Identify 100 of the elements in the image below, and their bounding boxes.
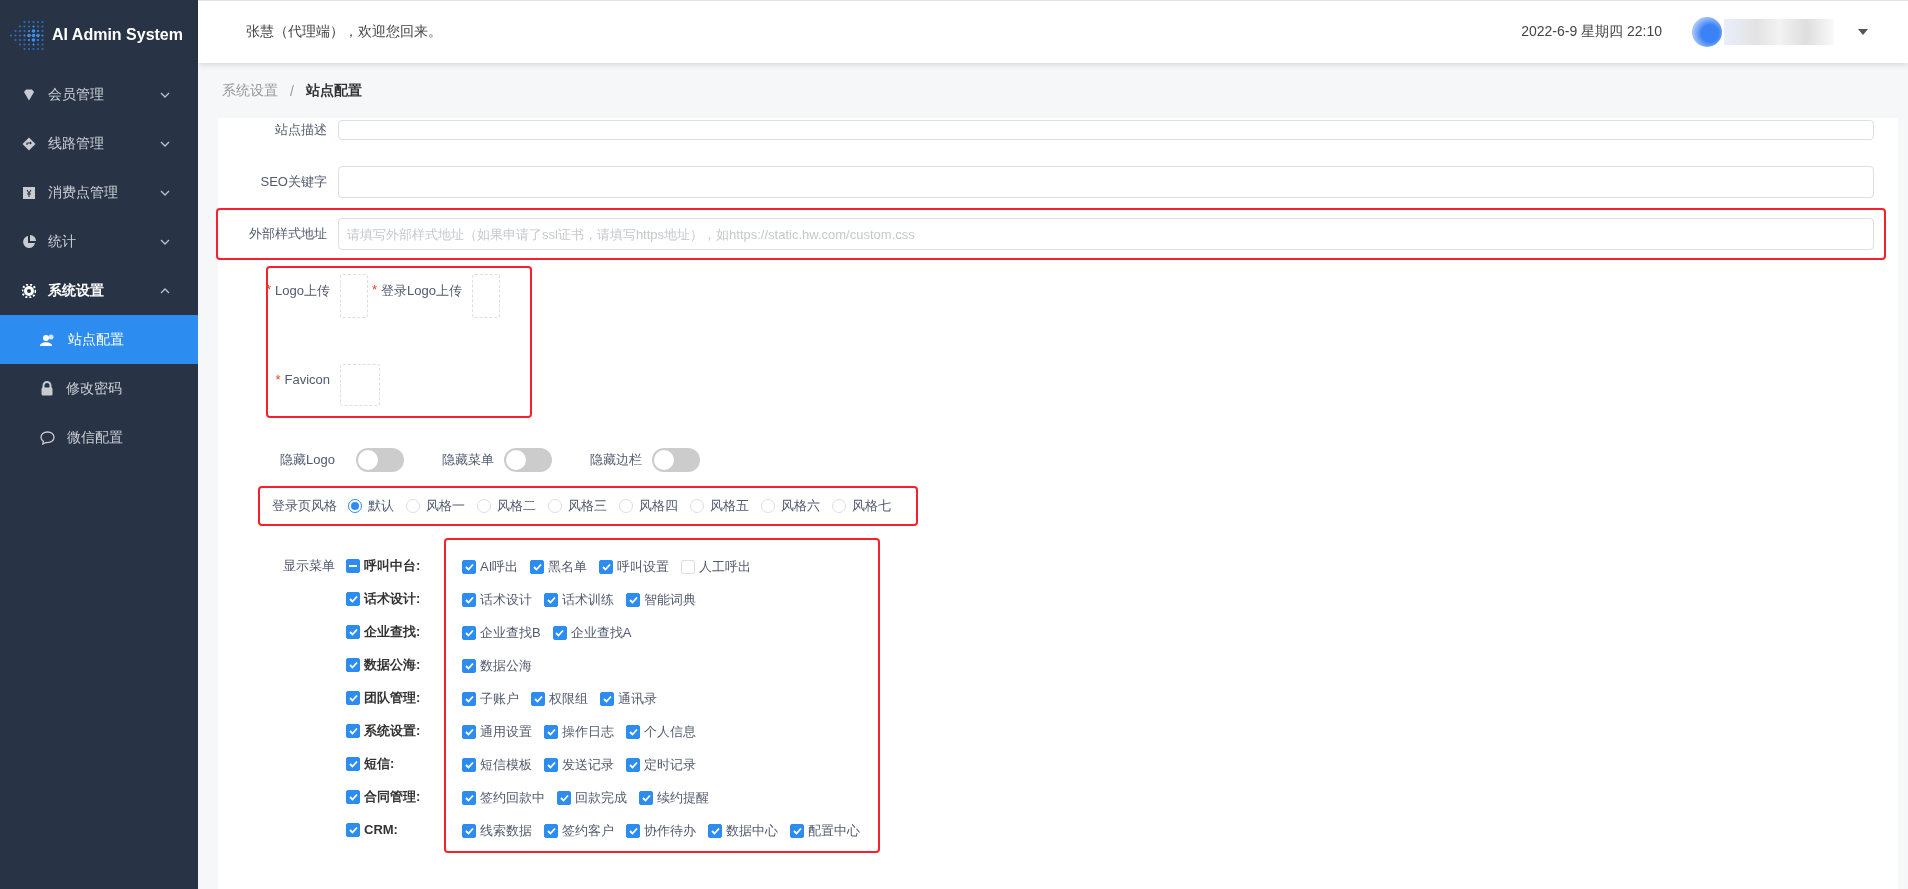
checkbox-label[interactable]: 短信: — [364, 754, 395, 773]
checkbox-label[interactable]: 个人信息 — [644, 722, 696, 741]
checkbox[interactable] — [346, 723, 360, 738]
sidebar-item[interactable]: 线路管理 — [0, 119, 198, 168]
checkbox-label[interactable]: 团队管理: — [364, 688, 421, 707]
user-avatar[interactable] — [1692, 17, 1722, 47]
checkbox-label[interactable]: 线索数据 — [480, 821, 532, 840]
checkbox-label[interactable]: 通讯录 — [618, 689, 657, 708]
checkbox[interactable] — [462, 757, 476, 772]
checkbox-label[interactable]: 数据公海: — [364, 655, 421, 674]
radio-label[interactable]: 默认 — [368, 497, 394, 515]
upload-label: Logo上传 — [275, 282, 330, 300]
checkbox-label[interactable]: 黑名单 — [548, 557, 588, 576]
checkmark-icon — [628, 595, 638, 604]
checkbox-label[interactable]: 呼叫设置 — [617, 557, 670, 576]
toggle-switch[interactable] — [652, 448, 700, 472]
radio-label[interactable]: 风格一 — [426, 497, 465, 515]
checkbox-label[interactable]: 签约回款中 — [480, 788, 545, 807]
dot-grid-logo — [8, 19, 46, 51]
checkbox[interactable] — [552, 625, 567, 640]
checkbox-label[interactable]: 话术训练 — [562, 590, 614, 609]
checkbox[interactable] — [790, 823, 804, 838]
checkbox-label[interactable]: 配置中心 — [808, 821, 860, 840]
checkbox[interactable] — [462, 658, 476, 673]
checkbox-label[interactable]: 智能词典 — [644, 590, 696, 609]
checkbox[interactable] — [600, 691, 614, 706]
checkbox-label[interactable]: 发送记录 — [562, 755, 614, 774]
checkbox[interactable] — [346, 789, 360, 804]
caret-icon[interactable] — [1858, 29, 1868, 35]
radio-label[interactable]: 风格五 — [710, 497, 749, 515]
checkmark-icon — [348, 627, 358, 636]
sidebar-item[interactable]: 统计 — [0, 217, 198, 266]
checkbox-label[interactable]: 企业查找: — [364, 622, 421, 641]
checkbox-label[interactable]: CRM: — [364, 822, 398, 837]
checkbox[interactable] — [639, 790, 653, 805]
checkbox[interactable] — [626, 724, 640, 739]
checkbox[interactable] — [544, 592, 558, 607]
checkbox-label[interactable]: 续约提醒 — [657, 788, 709, 807]
checkbox-label[interactable]: 企业查找A — [570, 623, 632, 642]
checkbox[interactable] — [462, 724, 476, 739]
text-field[interactable] — [338, 166, 1874, 198]
checkbox-label[interactable]: 定时记录 — [644, 755, 696, 774]
checkbox[interactable] — [346, 756, 360, 771]
checkbox[interactable] — [462, 691, 476, 706]
sidebar-item[interactable]: 会员管理 — [0, 70, 198, 119]
checkbox-label[interactable]: 子账户 — [480, 689, 519, 708]
checkbox[interactable] — [346, 822, 360, 837]
checkbox[interactable] — [626, 592, 640, 607]
text-field[interactable] — [338, 120, 1874, 140]
checkbox-label[interactable]: 合同管理: — [364, 787, 421, 806]
checkbox-label[interactable]: 话术设计: — [364, 589, 421, 608]
checkbox-label[interactable]: 回款完成 — [575, 788, 627, 807]
checkbox[interactable] — [626, 823, 640, 838]
checkbox-label[interactable]: 呼叫中台: — [364, 556, 421, 575]
checkbox[interactable] — [346, 690, 360, 705]
checkbox[interactable] — [462, 823, 476, 838]
checkbox-label[interactable]: 企业查找B — [480, 623, 541, 642]
checkbox-label[interactable]: 签约客户 — [562, 821, 614, 840]
checkbox[interactable] — [462, 559, 476, 574]
checkbox[interactable] — [544, 823, 558, 838]
radio-label[interactable]: 风格三 — [568, 497, 607, 515]
toggle-switch[interactable] — [356, 448, 404, 472]
radio-label[interactable]: 风格四 — [639, 497, 678, 515]
checkbox[interactable] — [530, 559, 545, 574]
radio-label[interactable]: 风格六 — [781, 497, 820, 515]
minus-icon — [349, 564, 357, 567]
checkbox-label[interactable]: 协作待办 — [644, 821, 696, 840]
sidebar-subitem[interactable]: 微信配置 — [0, 413, 198, 462]
checkbox-label[interactable]: 数据公海 — [480, 656, 532, 675]
checkbox[interactable] — [346, 624, 360, 639]
checkbox[interactable] — [544, 724, 558, 739]
checkbox[interactable] — [599, 559, 614, 574]
sidebar-subitem[interactable]: 修改密码 — [0, 364, 198, 413]
checkbox[interactable] — [346, 558, 360, 573]
sidebar-item[interactable]: 系统设置 — [0, 266, 198, 315]
radio-label[interactable]: 风格二 — [497, 497, 536, 515]
checkbox-label[interactable]: 系统设置: — [364, 721, 421, 740]
required-mark: * — [266, 282, 272, 299]
toggle-switch[interactable] — [504, 448, 552, 472]
radio-label[interactable]: 风格七 — [852, 497, 891, 515]
users-icon — [40, 332, 56, 347]
checkbox[interactable] — [557, 790, 571, 805]
checkbox[interactable] — [462, 790, 476, 805]
checkbox[interactable] — [346, 657, 360, 672]
checkbox[interactable] — [544, 757, 558, 772]
checkbox-label[interactable]: AI呼出 — [480, 557, 519, 576]
checkbox[interactable] — [462, 592, 476, 607]
checkbox[interactable] — [346, 591, 360, 606]
checkbox-label[interactable]: 人工呼出 — [699, 557, 752, 576]
checkbox-label[interactable]: 权限组 — [549, 689, 588, 708]
checkbox[interactable] — [462, 625, 476, 640]
checkbox-label[interactable]: 短信模板 — [480, 755, 532, 774]
checkbox-label[interactable]: 通用设置 — [480, 722, 532, 741]
sidebar-item[interactable]: 消费点管理 — [0, 168, 198, 217]
checkbox-label[interactable]: 话术设计 — [480, 590, 532, 609]
checkbox[interactable] — [531, 691, 545, 706]
checkbox[interactable] — [626, 757, 640, 772]
checkbox[interactable] — [708, 823, 722, 838]
checkbox-label[interactable]: 数据中心 — [726, 821, 778, 840]
checkbox-label[interactable]: 操作日志 — [562, 722, 614, 741]
